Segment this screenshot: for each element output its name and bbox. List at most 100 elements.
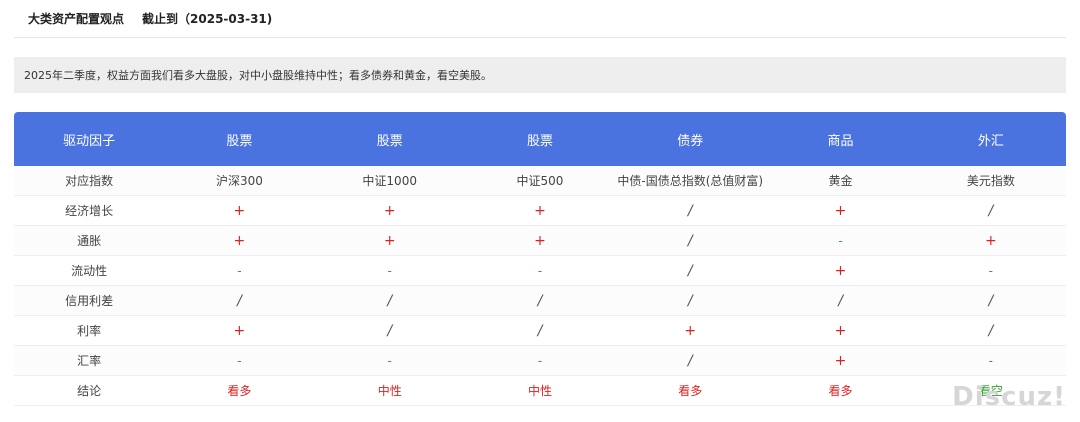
table-cell: 看多 xyxy=(765,375,916,406)
column-header: 商品 xyxy=(765,112,916,166)
table-cell: + xyxy=(915,225,1066,256)
cell-value: / xyxy=(387,322,393,339)
cell-value: + xyxy=(383,232,396,249)
table-cell: - xyxy=(464,255,616,286)
table-row: 结论 看多 中性 中性 看多 看多 看空 xyxy=(14,375,1066,406)
table-row: 经济增长 + + + / + / xyxy=(14,195,1066,226)
table-cell: / xyxy=(314,315,465,346)
table-cell: + xyxy=(164,195,315,226)
cell-value: / xyxy=(687,262,693,279)
row-label: 流动性 xyxy=(14,255,165,286)
cell-value: - xyxy=(838,233,843,248)
cell-value: - xyxy=(387,263,392,278)
cell-value: + xyxy=(834,352,847,369)
table-cell: / xyxy=(915,195,1066,226)
cell-value: + xyxy=(834,262,847,279)
table-cell: + xyxy=(765,195,916,226)
table-cell: / xyxy=(765,285,916,316)
cell-value: - xyxy=(387,353,392,368)
table-cell: - xyxy=(765,225,916,256)
page-header: 大类资产配置观点 截止到（2025-03-31) xyxy=(14,0,1066,38)
table-row: 汇率 - - - / + - xyxy=(14,345,1066,376)
table-cell: / xyxy=(314,285,465,316)
table-cell: - xyxy=(915,255,1066,286)
table-cell: 中证1000 xyxy=(314,166,465,196)
cell-value: - xyxy=(988,263,994,278)
table-cell: + xyxy=(314,225,465,256)
watermark-logo: Discuz! xyxy=(952,382,1066,412)
cell-value: / xyxy=(988,292,994,309)
table-cell: / xyxy=(615,255,766,286)
table-cell: + xyxy=(164,225,315,256)
cell-value: + xyxy=(233,232,246,249)
table-cell: / xyxy=(615,225,766,256)
table-cell: 中性 xyxy=(464,375,616,406)
as-of-date: 截止到（2025-03-31) xyxy=(142,12,273,26)
table-cell: 中债-国债总指数(总值财富) xyxy=(615,166,766,196)
asset-allocation-table: 驱动因子 股票 股票 股票 债券 商品 外汇 对应指数 沪深300 中证1000 中证… xyxy=(14,112,1066,406)
cell-value: 中性 xyxy=(527,384,552,398)
table-cell: - xyxy=(314,345,465,376)
column-header: 股票 xyxy=(464,112,616,166)
column-header: 债券 xyxy=(615,112,766,166)
table-cell: + xyxy=(615,315,766,346)
table-body: 对应指数 沪深300 中证1000 中证500 中债-国债总指数(总值财富) 黄金 美元指数… xyxy=(14,166,1066,406)
row-label: 通胀 xyxy=(14,225,165,256)
cell-value: / xyxy=(687,352,693,369)
cell-value: / xyxy=(988,322,994,339)
table-cell: / xyxy=(615,195,766,226)
table-cell: + xyxy=(464,195,616,226)
table-cell: + xyxy=(765,315,916,346)
summary-box: 2025年二季度，权益方面我们看多大盘股，对中小盘股维持中性；看多债券和黄金，看… xyxy=(14,57,1066,93)
cell-value: - xyxy=(537,263,543,278)
cell-value: 中性 xyxy=(377,384,402,398)
cell-value: 看多 xyxy=(678,384,703,398)
cell-value: - xyxy=(237,263,242,278)
page: 大类资产配置观点 截止到（2025-03-31) 2025年二季度，权益方面我们… xyxy=(0,0,1080,422)
table-cell: + xyxy=(164,315,315,346)
cell-value: / xyxy=(537,292,543,309)
table-cell: - xyxy=(464,345,616,376)
cell-value: - xyxy=(537,353,543,368)
cell-value: / xyxy=(687,232,693,249)
cell-value: + xyxy=(834,202,847,219)
table-cell: + xyxy=(464,225,616,256)
table-cell: 黄金 xyxy=(765,166,916,196)
table-cell: 中证500 xyxy=(464,166,616,196)
cell-value: 黄金 xyxy=(828,174,853,188)
table-cell: 中性 xyxy=(314,375,465,406)
column-header: 股票 xyxy=(314,112,465,166)
table-row: 利率 + / / + + / xyxy=(14,315,1066,346)
table-cell: - xyxy=(915,345,1066,376)
cell-value: + xyxy=(383,202,396,219)
table-cell: 看多 xyxy=(164,375,315,406)
cell-value: + xyxy=(534,202,546,219)
watermark-text: Discuz! xyxy=(952,382,1066,412)
row-label: 结论 xyxy=(14,375,165,406)
cell-value: - xyxy=(988,353,994,368)
cell-value: / xyxy=(838,292,843,309)
table-cell: - xyxy=(164,345,315,376)
table-row: 对应指数 沪深300 中证1000 中证500 中债-国债总指数(总值财富) 黄金 美元指数 xyxy=(14,166,1066,196)
cell-value: + xyxy=(233,202,246,219)
table-cell: / xyxy=(464,285,616,316)
cell-value: / xyxy=(237,292,242,309)
cell-value: 中证1000 xyxy=(362,174,417,188)
table-header-row: 驱动因子 股票 股票 股票 债券 商品 外汇 xyxy=(14,112,1066,166)
cell-value: 中证500 xyxy=(516,174,564,188)
table-cell: / xyxy=(615,345,766,376)
table-header: 驱动因子 股票 股票 股票 债券 商品 外汇 xyxy=(14,112,1066,166)
cell-value: + xyxy=(834,322,847,339)
cell-value: + xyxy=(233,322,246,339)
table-cell: / xyxy=(164,285,315,316)
table-cell: 沪深300 xyxy=(164,166,315,196)
row-label: 利率 xyxy=(14,315,165,346)
table-cell: / xyxy=(915,285,1066,316)
column-header: 驱动因子 xyxy=(14,112,165,166)
cell-value: + xyxy=(984,232,997,249)
cell-value: 美元指数 xyxy=(966,174,1015,188)
cell-value: / xyxy=(988,202,994,219)
table-row: 流动性 - - - / + - xyxy=(14,255,1066,286)
cell-value: - xyxy=(237,353,242,368)
cell-value: / xyxy=(687,202,693,219)
